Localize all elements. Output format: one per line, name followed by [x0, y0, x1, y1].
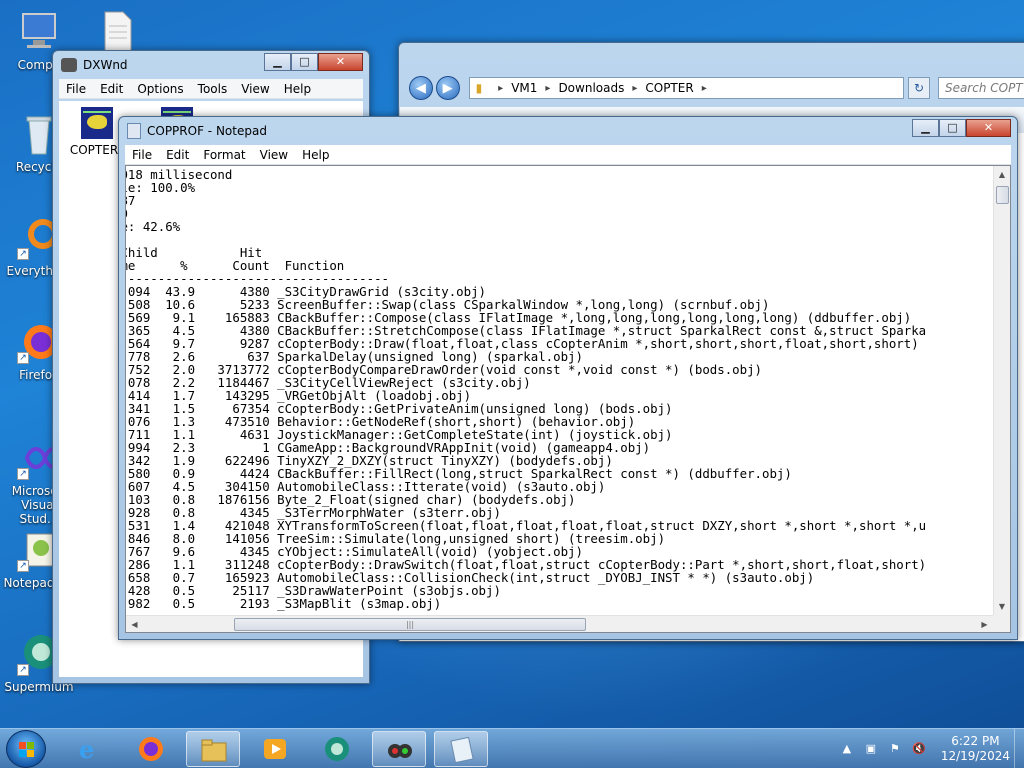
file-icon — [95, 10, 139, 54]
horizontal-scrollbar[interactable]: ◀ ||| ▶ — [126, 615, 993, 632]
show-desktop-button[interactable] — [1014, 729, 1024, 768]
firefox-icon — [139, 737, 163, 761]
shortcut-arrow-icon: ↗ — [17, 248, 29, 260]
media-player-icon — [264, 739, 286, 759]
show-hidden-icons-icon[interactable]: ▲ — [840, 742, 854, 756]
action-center-flag-icon[interactable]: ⚑ — [888, 742, 902, 756]
network-icon[interactable]: ▣ — [864, 742, 878, 756]
taskbar-supermium[interactable] — [310, 731, 364, 767]
menu-help[interactable]: Help — [295, 148, 336, 162]
notepad-title: COPPROF - Notepad — [147, 124, 267, 138]
refresh-button[interactable]: ↻ — [908, 77, 930, 99]
shortcut-arrow-icon: ↗ — [17, 468, 29, 480]
taskbar-ie[interactable]: e — [62, 731, 116, 767]
breadcrumb-chevron-icon: ▸ — [701, 82, 707, 94]
close-button[interactable]: ✕ — [318, 53, 363, 71]
text-line: ule: 100.0% — [126, 180, 196, 195]
dxwnd-titlebar[interactable]: DXWnd ▁ □ ✕ — [53, 51, 369, 79]
breadcrumb-chevron-icon: ▸ — [545, 82, 551, 94]
supermium-icon — [325, 737, 349, 761]
shortcut-arrow-icon: ↗ — [17, 664, 29, 676]
copter-game-icon — [81, 107, 113, 139]
taskbar: e ▲ ▣ ⚑ 🔇 6:22 PM 12/19/2024 — [0, 728, 1024, 768]
horizontal-scroll-thumb[interactable]: ||| — [234, 618, 586, 631]
start-button[interactable] — [6, 730, 46, 768]
maximize-button[interactable]: □ — [939, 119, 966, 137]
vertical-scrollbar[interactable]: ▲ ▼ — [993, 166, 1010, 615]
breadcrumb-chevron-icon: ▸ — [498, 82, 504, 94]
computer-icon — [17, 10, 61, 54]
notepad-app-icon — [127, 123, 141, 139]
minimize-button[interactable]: ▁ — [912, 119, 939, 137]
menu-file[interactable]: File — [125, 148, 159, 162]
taskbar-media-player[interactable] — [248, 731, 302, 767]
notepad-window[interactable]: COPPROF - Notepad ▁ □ ✕ File Edit Format… — [118, 116, 1018, 640]
explorer-search-input[interactable]: Search COPT — [937, 77, 1024, 99]
shortcut-arrow-icon: ↗ — [17, 560, 29, 572]
taskbar-dxwnd[interactable] — [372, 731, 426, 767]
breadcrumb-chevron-icon: ▸ — [632, 82, 638, 94]
dxwnd-icon — [388, 744, 412, 758]
menu-file[interactable]: File — [59, 82, 93, 96]
menu-format[interactable]: Format — [196, 148, 252, 162]
menu-edit[interactable]: Edit — [93, 82, 130, 96]
scroll-up-icon[interactable]: ▲ — [994, 166, 1010, 183]
address-bar[interactable]: ▮ ▸ VM1 ▸ Downloads ▸ COPTER ▸ — [468, 77, 905, 99]
taskbar-explorer[interactable] — [186, 731, 240, 767]
dxwnd-entry-label: COPTER_ — [69, 143, 125, 157]
volume-muted-icon[interactable]: 🔇 — [912, 742, 926, 756]
back-button[interactable]: ◀ — [409, 76, 433, 100]
text-line: 9.982 0.5 2193 _S3MapBlit (s3map.obj) — [126, 596, 442, 611]
clock[interactable]: 6:22 PM 12/19/2024 — [941, 734, 1010, 764]
maximize-button[interactable]: □ — [291, 53, 318, 71]
text-line: ge: 42.6% — [126, 219, 181, 234]
menu-view[interactable]: View — [253, 148, 295, 162]
taskbar-notepad[interactable] — [434, 731, 488, 767]
menu-help[interactable]: Help — [277, 82, 318, 96]
scroll-left-icon[interactable]: ◀ — [126, 616, 143, 632]
text-line: .018 millisecond — [126, 167, 233, 182]
folder-icon: ▮ — [475, 81, 483, 95]
breadcrumb-vm1[interactable]: VM1 — [511, 81, 537, 95]
svg-text:e: e — [79, 736, 94, 762]
clock-date: 12/19/2024 — [940, 749, 1010, 763]
notepad-editor[interactable]: .018 millisecondule: 100.0%58780ge: 42.6… — [125, 165, 1011, 633]
notepad-text-area[interactable]: .018 millisecondule: 100.0%58780ge: 42.6… — [126, 166, 993, 615]
breadcrumb-downloads[interactable]: Downloads — [558, 81, 624, 95]
notepad-caption-buttons: ▁ □ ✕ — [912, 119, 1011, 137]
dxwnd-caption-buttons: ▁ □ ✕ — [264, 53, 363, 71]
notepad-menubar: File Edit Format View Help — [125, 145, 1011, 165]
text-line: 80 — [126, 207, 993, 220]
minimize-button[interactable]: ▁ — [264, 53, 291, 71]
forward-button[interactable]: ▶ — [435, 76, 460, 100]
menu-tools[interactable]: Tools — [191, 82, 235, 96]
notepad-titlebar[interactable]: COPPROF - Notepad ▁ □ ✕ — [119, 117, 1017, 145]
system-tray: ▲ ▣ ⚑ 🔇 6:22 PM 12/19/2024 — [835, 729, 1010, 768]
dxwnd-app-icon — [61, 58, 77, 72]
scroll-down-icon[interactable]: ▼ — [994, 598, 1010, 615]
dxwnd-title: DXWnd — [83, 58, 128, 72]
menu-options[interactable]: Options — [130, 82, 190, 96]
menu-view[interactable]: View — [234, 82, 276, 96]
notepad-icon — [450, 737, 474, 763]
breadcrumb-copter[interactable]: COPTER — [645, 81, 693, 95]
taskbar-firefox[interactable] — [124, 731, 178, 767]
clock-time: 6:22 PM — [951, 734, 1000, 748]
scroll-right-icon[interactable]: ▶ — [976, 616, 993, 632]
text-line: 587 — [126, 193, 136, 208]
explorer-folder-icon — [201, 739, 227, 762]
scrollbar-corner — [993, 615, 1010, 632]
close-button[interactable]: ✕ — [966, 119, 1011, 137]
windows-logo-icon — [19, 742, 35, 758]
ie-icon: e — [79, 736, 94, 762]
vertical-scroll-thumb[interactable] — [996, 186, 1009, 204]
menu-edit[interactable]: Edit — [159, 148, 196, 162]
shortcut-arrow-icon: ↗ — [17, 352, 29, 364]
dxwnd-menubar: File Edit Options Tools View Help — [59, 79, 363, 99]
explorer-address-row: ◀ ▶ ▮ ▸ VM1 ▸ Downloads ▸ COPTER ▸ ↻ Sea… — [409, 73, 1024, 103]
